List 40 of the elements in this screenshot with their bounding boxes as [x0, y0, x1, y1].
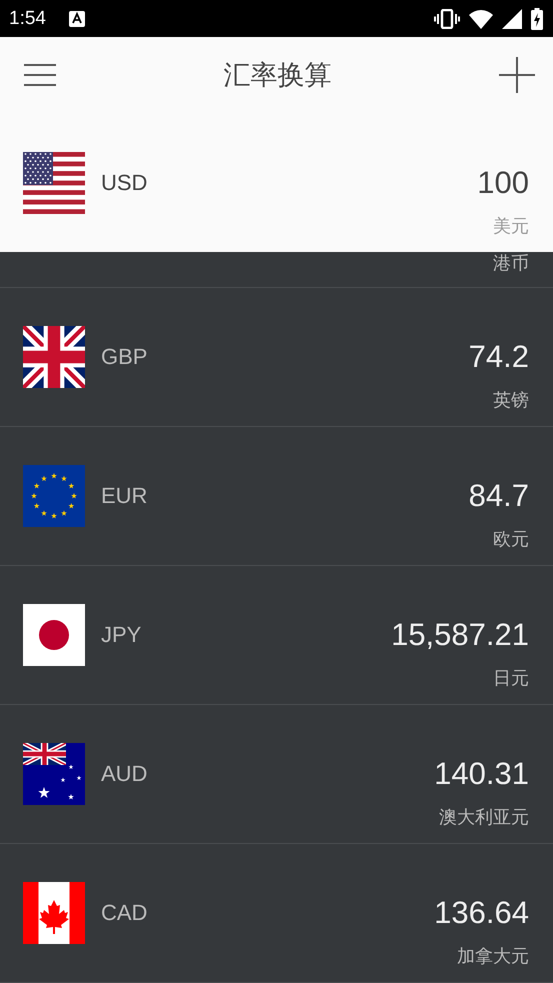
currency-name: 澳大利亚元: [439, 806, 529, 830]
currency-code: USD: [101, 169, 148, 197]
flag-icon: [23, 882, 85, 944]
currency-row[interactable]: GBP 74.2 英镑: [0, 288, 553, 427]
currency-row[interactable]: EUR 84.7 欧元: [0, 427, 553, 566]
currency-name: 加拿大元: [457, 945, 529, 969]
currency-amount: 84.7: [468, 477, 529, 515]
currency-row[interactable]: CAD 136.64 加拿大元: [0, 844, 553, 983]
currency-name: 美元: [493, 215, 529, 239]
currency-code: EUR: [101, 482, 148, 510]
flag-icon: [23, 604, 85, 666]
currency-row[interactable]: AUD 140.31 澳大利亚元: [0, 705, 553, 844]
signal-icon: [502, 8, 522, 28]
app-title: 汇率换算: [224, 59, 332, 93]
wifi-icon: [469, 8, 493, 28]
currency-name: 英镑: [493, 389, 529, 413]
status-time: 1:54: [9, 8, 46, 30]
flag-icon: [23, 743, 85, 805]
currency-code: CAD: [101, 899, 148, 927]
currency-name: 港币: [493, 252, 529, 276]
battery-icon: [531, 8, 543, 30]
currency-amount: 15,587.21: [391, 616, 529, 654]
plus-icon: [499, 57, 535, 93]
currency-row[interactable]: JPY 15,587.21 日元: [0, 566, 553, 705]
flag-icon: [23, 152, 85, 214]
notification-icon: [68, 10, 85, 26]
currency-name: 欧元: [493, 528, 529, 552]
currency-amount: 136.64: [434, 894, 529, 932]
flag-icon: [23, 465, 85, 527]
currency-code: JPY: [101, 621, 142, 649]
vibrate-icon: [434, 8, 460, 28]
menu-icon: [24, 64, 56, 86]
currency-amount: 140.31: [434, 755, 529, 793]
currency-amount: 74.2: [468, 338, 529, 376]
currency-code: AUD: [101, 760, 148, 788]
currency-name: 日元: [493, 667, 529, 691]
currency-row[interactable]: USD 100 美元: [0, 113, 553, 252]
currency-code: GBP: [101, 343, 148, 371]
currency-amount: 100: [477, 164, 529, 202]
flag-icon: [23, 326, 85, 388]
